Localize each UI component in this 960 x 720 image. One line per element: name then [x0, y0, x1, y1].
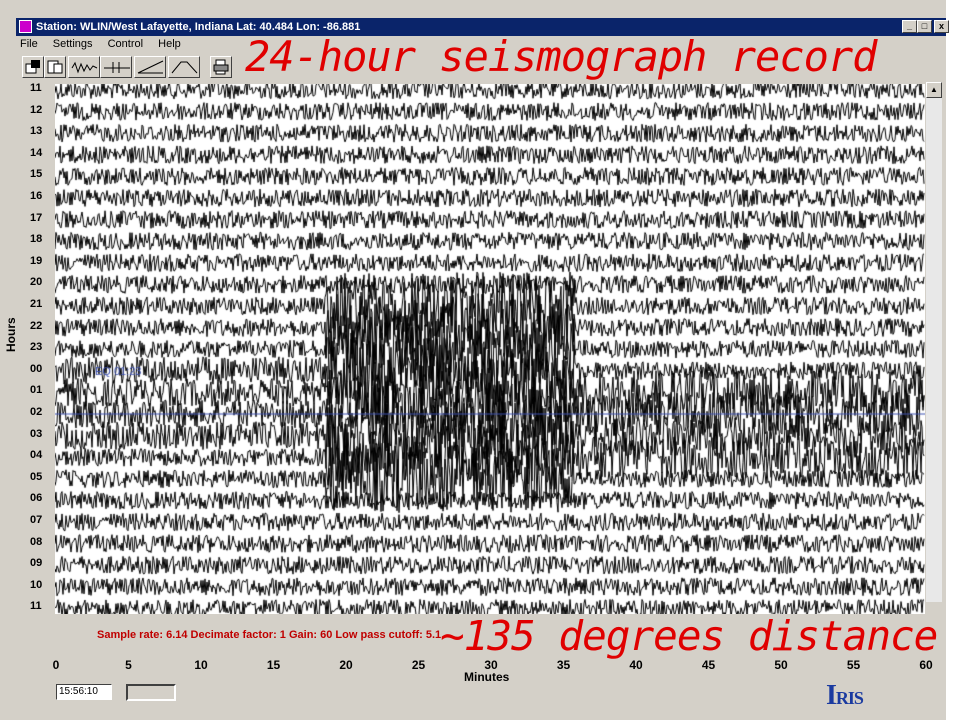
distance-annotation: ~135 degrees distance	[440, 612, 938, 660]
hour-label: 10	[30, 578, 43, 591]
x-tick-label: 10	[194, 658, 208, 672]
trigger-button[interactable]	[100, 56, 132, 78]
vertical-scrollbar[interactable]: ▲	[926, 82, 942, 602]
hour-label: 19	[30, 254, 43, 267]
hour-label: 16	[30, 190, 43, 202]
menu-help[interactable]: Help	[158, 36, 181, 52]
x-tick-label: 0	[52, 658, 60, 672]
hour-label: 20	[30, 276, 43, 289]
hour-label: 02	[30, 406, 43, 418]
x-tick-label: 40	[629, 658, 643, 672]
seismogram-traces	[55, 84, 925, 614]
time-display: 15:56:10	[56, 684, 112, 700]
hour-label: 18	[30, 233, 43, 246]
hour-label: 05	[30, 470, 43, 483]
bandpass-button[interactable]	[168, 56, 200, 78]
hour-label: 00	[30, 362, 43, 375]
x-axis-title: Minutes	[464, 670, 510, 684]
open-file-icon	[25, 60, 40, 74]
waveform-icon	[71, 61, 98, 74]
hour-label: 06	[30, 492, 43, 505]
close-button[interactable]: x	[934, 20, 949, 33]
hour-label: 09	[30, 557, 43, 570]
hour-label: 01	[30, 384, 43, 397]
hour-label: 11	[30, 600, 42, 613]
hour-label: 04	[30, 449, 43, 462]
print-icon	[213, 59, 229, 75]
seismogram-plot	[55, 84, 925, 614]
hour-label: 07	[30, 514, 43, 526]
scroll-up-arrow-icon[interactable]: ▲	[926, 82, 942, 98]
hour-label: 11	[30, 82, 42, 94]
filter-slope-icon	[137, 60, 164, 74]
trigger-icon	[104, 62, 130, 73]
bandpass-icon	[171, 61, 198, 74]
hour-label: 03	[30, 427, 43, 440]
x-tick-label: 45	[701, 658, 716, 672]
menu-file[interactable]: File	[20, 36, 38, 52]
x-tick-label: 20	[339, 658, 353, 672]
x-tick-label: 55	[846, 658, 861, 672]
hour-label: 08	[30, 535, 43, 548]
hour-label: 13	[30, 125, 43, 138]
status-box	[126, 684, 176, 701]
print-button[interactable]	[210, 56, 232, 78]
iris-logo: IRIS	[826, 680, 864, 711]
filter-slope-button[interactable]	[134, 56, 166, 78]
minimize-button[interactable]: _	[902, 20, 917, 33]
x-tick-label: 50	[774, 658, 788, 672]
hour-label: 21	[30, 298, 43, 310]
open-button[interactable]	[22, 56, 44, 78]
x-tick-label: 5	[125, 658, 132, 672]
menu-settings[interactable]: Settings	[53, 36, 93, 52]
x-tick-label: 25	[411, 658, 426, 672]
hour-label: 22	[30, 319, 43, 332]
app-icon[interactable]	[19, 20, 32, 33]
save-file-icon	[47, 60, 63, 74]
save-button[interactable]	[44, 56, 66, 78]
hour-label: 17	[30, 211, 43, 224]
menu-control[interactable]: Control	[108, 36, 143, 52]
waveform-button[interactable]	[68, 56, 100, 78]
hour-label: 23	[30, 341, 43, 354]
headline-annotation: 24-hour seismograph record	[245, 32, 877, 81]
x-tick-label: 35	[556, 658, 571, 672]
x-tick-label: 60	[919, 658, 933, 672]
y-axis-title: Hours	[4, 317, 18, 352]
x-tick-label: 15	[266, 658, 281, 672]
hour-label: 15	[30, 168, 43, 181]
hour-label: 12	[30, 103, 43, 116]
sample-info: Sample rate: 6.14 Decimate factor: 1 Gai…	[97, 629, 442, 641]
maximize-button[interactable]: □	[917, 20, 932, 33]
hour-label: 14	[30, 146, 43, 159]
